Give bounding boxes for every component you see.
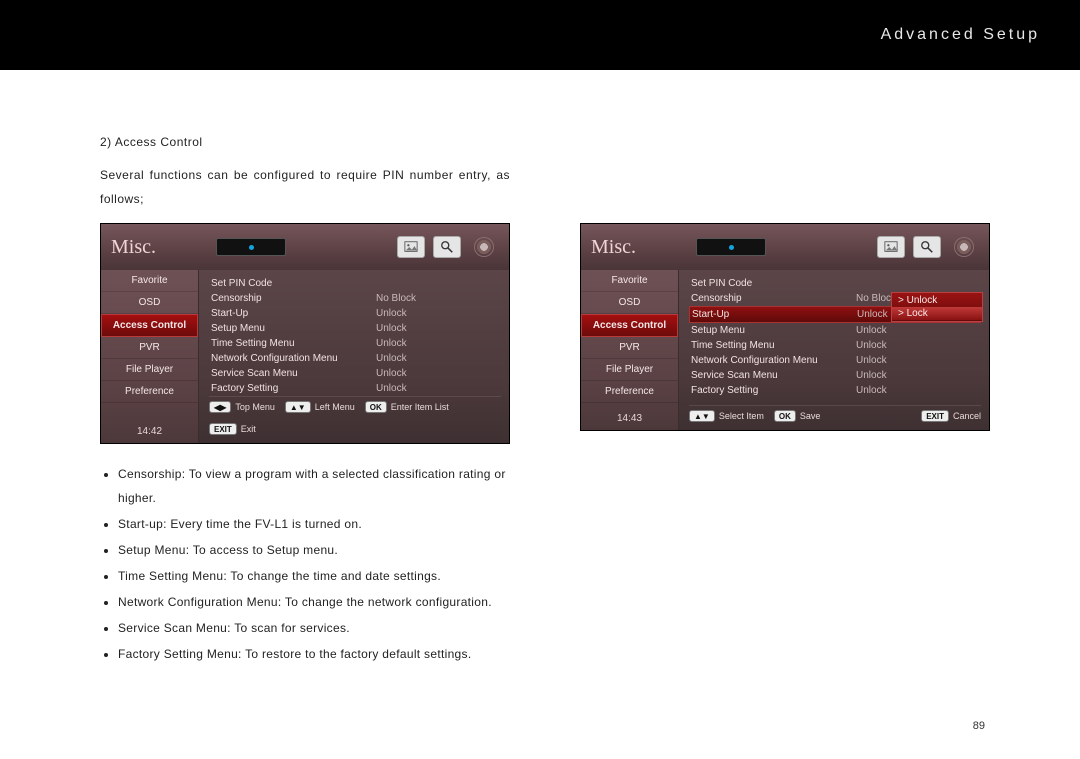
screenshot-title: Misc.	[111, 236, 156, 259]
row-time-setting[interactable]: Time Setting MenuUnlock	[209, 336, 501, 351]
row-time-setting[interactable]: Time Setting MenuUnlock	[689, 338, 981, 353]
sidebar-item-file-player[interactable]: File Player	[101, 359, 198, 381]
sidebar-item-favorite[interactable]: Favorite	[101, 270, 198, 292]
row-set-pin[interactable]: Set PIN Code	[209, 276, 501, 291]
search-icon	[913, 236, 941, 258]
left-column: 2) Access Control Several functions can …	[100, 135, 510, 668]
row-start-up[interactable]: Start-UpUnlock	[209, 306, 501, 321]
hint-top-menu: Top Menu	[235, 402, 275, 412]
screenshot-footer: ▲▼ Select Item OK Save EXIT Cancel	[689, 405, 981, 424]
screenshot-footer: ◀▶ Top Menu ▲▼ Left Menu OK Enter Item List…	[209, 396, 501, 437]
section-intro: Several functions can be configured to r…	[100, 163, 510, 211]
bullet-factory: Factory Setting Menu: To restore to the …	[118, 642, 510, 666]
sidebar-item-access-control[interactable]: Access Control	[581, 314, 678, 337]
hint-exit: Exit	[241, 424, 256, 434]
row-setup-menu[interactable]: Setup MenuUnlock	[689, 323, 981, 338]
bullet-startup: Start-up: Every time the FV-L1 is turned…	[118, 512, 510, 536]
sidebar-item-osd[interactable]: OSD	[581, 292, 678, 314]
search-icon	[433, 236, 461, 258]
screenshot-title: Misc.	[591, 236, 636, 259]
bullet-time: Time Setting Menu: To change the time an…	[118, 564, 510, 588]
row-service-scan[interactable]: Service Scan MenuUnlock	[689, 368, 981, 383]
hint-save: Save	[800, 411, 821, 421]
picture-icon	[397, 236, 425, 258]
stb-icon	[696, 238, 766, 256]
page-number: 89	[973, 720, 985, 732]
row-set-pin[interactable]: Set PIN Code	[689, 276, 981, 291]
bullet-censorship: Censorship: To view a program with a sel…	[118, 462, 510, 510]
sidebar-item-pvr[interactable]: PVR	[581, 337, 678, 359]
screenshot-main: Set PIN Code CensorshipNo Block Start-Up…	[199, 270, 509, 443]
hint-select: Select Item	[719, 411, 764, 421]
screenshot-header: Misc.	[101, 224, 509, 270]
page-header-title: Advanced Setup	[881, 26, 1040, 44]
sidebar-item-pvr[interactable]: PVR	[101, 337, 198, 359]
picture-icon	[877, 236, 905, 258]
screenshot-sidebar: Favorite OSD Access Control PVR File Pla…	[101, 270, 199, 443]
sidebar-item-favorite[interactable]: Favorite	[581, 270, 678, 292]
row-factory-setting[interactable]: Factory SettingUnlock	[209, 381, 501, 396]
hint-enter: Enter Item List	[391, 402, 449, 412]
btn-ok-icon: OK	[774, 410, 796, 422]
btn-exit-icon: EXIT	[921, 410, 949, 422]
bullet-list: Censorship: To view a program with a sel…	[100, 462, 510, 666]
sidebar-item-file-player[interactable]: File Player	[581, 359, 678, 381]
hint-left-menu: Left Menu	[315, 402, 355, 412]
gear-icon	[469, 233, 499, 261]
screenshot-left: Misc. Favorite OSD Access Control	[100, 223, 510, 444]
row-setup-menu[interactable]: Setup MenuUnlock	[209, 321, 501, 336]
row-network-config[interactable]: Network Configuration MenuUnlock	[689, 353, 981, 368]
sidebar-clock: 14:43	[581, 403, 678, 430]
btn-ud-icon: ▲▼	[285, 401, 311, 413]
btn-exit-icon: EXIT	[209, 423, 237, 435]
btn-ud-icon: ▲▼	[689, 410, 715, 422]
screenshot-header: Misc.	[581, 224, 989, 270]
sidebar-clock: 14:42	[101, 416, 198, 443]
hint-cancel: Cancel	[953, 411, 981, 421]
bullet-setup: Setup Menu: To access to Setup menu.	[118, 538, 510, 562]
sidebar-item-preference[interactable]: Preference	[101, 381, 198, 403]
btn-ok-icon: OK	[365, 401, 387, 413]
sidebar-item-osd[interactable]: OSD	[101, 292, 198, 314]
btn-lr-icon: ◀▶	[209, 401, 231, 413]
sidebar-item-access-control[interactable]: Access Control	[101, 314, 198, 337]
screenshot-main: Set PIN Code CensorshipNo Block Start-Up…	[679, 270, 989, 430]
stb-icon	[216, 238, 286, 256]
option-dropdown[interactable]: Unlock Lock	[891, 292, 983, 322]
option-lock[interactable]: Lock	[892, 307, 982, 320]
row-network-config[interactable]: Network Configuration MenuUnlock	[209, 351, 501, 366]
right-column: Misc. Favorite OSD Access Control	[580, 135, 990, 668]
row-censorship[interactable]: CensorshipNo Block	[209, 291, 501, 306]
bullet-service: Service Scan Menu: To scan for services.	[118, 616, 510, 640]
page-header: Advanced Setup	[0, 0, 1080, 70]
option-unlock[interactable]: Unlock	[892, 294, 982, 307]
sidebar-item-preference[interactable]: Preference	[581, 381, 678, 403]
screenshot-sidebar: Favorite OSD Access Control PVR File Pla…	[581, 270, 679, 430]
gear-icon	[949, 233, 979, 261]
bullet-network: Network Configuration Menu: To change th…	[118, 590, 510, 614]
page-content: 2) Access Control Several functions can …	[0, 70, 1080, 668]
screenshot-right: Misc. Favorite OSD Access Control	[580, 223, 990, 431]
row-factory-setting[interactable]: Factory SettingUnlock	[689, 383, 981, 398]
section-heading: 2) Access Control	[100, 135, 510, 149]
row-service-scan[interactable]: Service Scan MenuUnlock	[209, 366, 501, 381]
